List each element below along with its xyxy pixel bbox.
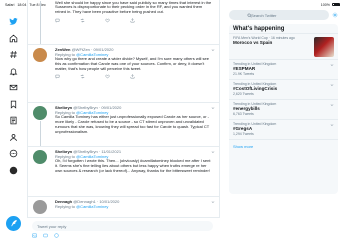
feather-icon bbox=[10, 219, 18, 228]
replying-to: Replying to @CamillaTominey bbox=[55, 203, 109, 209]
show-more-link[interactable]: Show more bbox=[229, 140, 338, 153]
retweet-icon[interactable] bbox=[80, 74, 85, 79]
trend-item[interactable]: FIFA Men's World Cup · 16 minutes ago Mo… bbox=[229, 34, 338, 60]
account-avatar[interactable] bbox=[9, 165, 19, 175]
search-icon bbox=[247, 13, 252, 18]
trend-count: 1,294 Tweets bbox=[233, 131, 254, 136]
tweet[interactable]: Shelbryn @ShelbyBryn · 11/01/2021 Replyi… bbox=[28, 147, 219, 197]
avatar[interactable] bbox=[33, 105, 47, 120]
trend-item[interactable]: Trending in United Kingdom #CostOfLiving… bbox=[229, 80, 338, 100]
chevron-down-icon[interactable] bbox=[330, 103, 334, 107]
like-icon[interactable] bbox=[105, 18, 110, 23]
whats-happening-panel: What's happening FIFA Men's World Cup · … bbox=[229, 24, 338, 194]
bookmark-icon[interactable] bbox=[9, 99, 19, 109]
chevron-down-icon[interactable] bbox=[211, 48, 215, 52]
side-nav bbox=[0, 10, 27, 240]
compose-tweet-button[interactable] bbox=[6, 216, 21, 231]
tweet-text: Now why go there and create a wider divi… bbox=[55, 56, 209, 71]
retweet-icon[interactable] bbox=[80, 18, 85, 23]
chevron-down-icon[interactable] bbox=[330, 83, 334, 87]
avatar[interactable] bbox=[33, 149, 47, 164]
like-icon[interactable] bbox=[105, 74, 110, 79]
trend-count: 21.9K Tweets bbox=[233, 71, 255, 76]
tweet-text: So Camilla Tominey has either just unpro… bbox=[55, 114, 210, 134]
hash-icon[interactable] bbox=[9, 50, 19, 60]
reply-icon[interactable] bbox=[55, 74, 60, 79]
gif-icon[interactable] bbox=[43, 233, 48, 239]
trend-count: 2,620 Tweets bbox=[233, 91, 254, 96]
replying-to-handle[interactable]: @CamillaTominey bbox=[76, 204, 108, 209]
trend-count: 6,763 Tweets bbox=[233, 111, 254, 116]
reply-toolbar bbox=[32, 233, 59, 239]
timeline: Well she should be happy since you have … bbox=[27, 0, 220, 240]
tweet[interactable]: ZenWen @WFtZen · 09/01/2020 Replying to … bbox=[28, 45, 219, 103]
trend-thumbnail bbox=[314, 37, 334, 57]
chevron-down-icon[interactable] bbox=[211, 200, 215, 204]
gear-icon[interactable] bbox=[332, 12, 338, 18]
chevron-down-icon[interactable] bbox=[211, 106, 215, 110]
right-sidebar: Search Twitter What's happening FIFA Men… bbox=[221, 0, 345, 240]
bell-icon[interactable] bbox=[9, 66, 19, 76]
envelope-icon[interactable] bbox=[9, 83, 19, 93]
avatar[interactable] bbox=[33, 47, 47, 62]
tweet-author-name[interactable]: Shelbryn bbox=[55, 105, 72, 110]
panel-title: What's happening bbox=[229, 24, 338, 34]
tweet[interactable]: Well she should be happy since you have … bbox=[28, 0, 219, 45]
reply-input[interactable]: Tweet your reply bbox=[32, 221, 213, 231]
trend-item[interactable]: Trending in United Kingdom #GregsA 1,294… bbox=[229, 120, 338, 140]
tweet-text: Well she should be happy since you have … bbox=[55, 0, 212, 15]
tweet[interactable]: Shelbryn @ShelbyBryn · 09/01/2020 Replyi… bbox=[28, 103, 219, 147]
time-label: 18:04 bbox=[17, 2, 27, 7]
twitter-logo-icon[interactable] bbox=[9, 17, 19, 27]
tweet-author-name[interactable]: ZenWen bbox=[55, 47, 70, 52]
thread-line bbox=[39, 0, 41, 44]
search-input[interactable]: Search Twitter bbox=[229, 10, 329, 20]
emoji-icon[interactable] bbox=[54, 233, 59, 239]
more-icon[interactable] bbox=[9, 149, 19, 159]
chevron-down-icon[interactable] bbox=[330, 123, 334, 127]
share-icon[interactable] bbox=[130, 74, 135, 79]
list-icon[interactable] bbox=[9, 116, 19, 126]
chevron-down-icon[interactable] bbox=[211, 150, 215, 154]
thread-line bbox=[39, 120, 41, 146]
person-icon[interactable] bbox=[9, 132, 19, 142]
carrier-label: Safari bbox=[5, 2, 15, 7]
home-icon[interactable] bbox=[9, 33, 19, 43]
reply-composer: Tweet your reply bbox=[27, 217, 220, 240]
tweet-text: Oh, I'd forgotten I wrote this. Then... … bbox=[55, 158, 211, 173]
tweet-author-name[interactable]: Shelbryn bbox=[55, 149, 72, 154]
reply-icon[interactable] bbox=[55, 18, 60, 23]
search-placeholder: Search Twitter bbox=[251, 12, 277, 18]
chevron-down-icon[interactable] bbox=[330, 63, 334, 67]
tweet-author-name[interactable]: Dennagh bbox=[55, 199, 72, 204]
trend-item[interactable]: Trending in United Kingdom #energybills … bbox=[229, 100, 338, 120]
image-icon[interactable] bbox=[32, 233, 37, 239]
tweet-actions bbox=[55, 17, 213, 23]
tweet-actions bbox=[55, 74, 213, 80]
trend-item[interactable]: Trending in United Kingdom #ESPMAR 21.9K… bbox=[229, 60, 338, 80]
avatar[interactable] bbox=[33, 199, 47, 214]
share-icon[interactable] bbox=[130, 18, 135, 23]
